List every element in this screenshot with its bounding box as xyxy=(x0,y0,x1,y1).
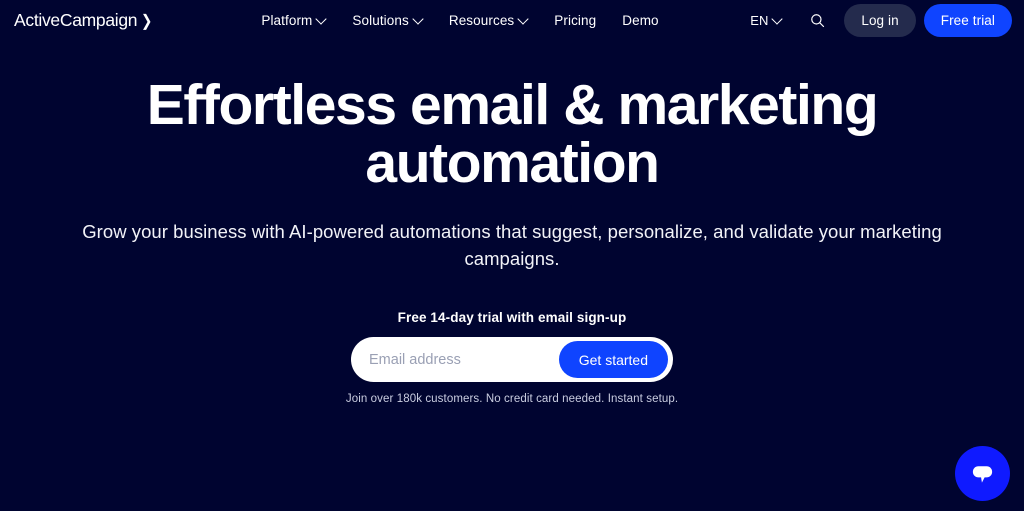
top-navigation-bar: ActiveCampaign ❯ Platform Solutions Reso… xyxy=(0,0,1024,40)
nav-item-resources[interactable]: Resources xyxy=(449,13,528,28)
search-button[interactable] xyxy=(804,7,830,33)
nav-item-solutions[interactable]: Solutions xyxy=(352,13,422,28)
chevron-down-icon xyxy=(519,15,528,24)
signup-fineprint: Join over 180k customers. No credit card… xyxy=(345,393,679,405)
hero-section: Effortless email & marketing automation … xyxy=(0,40,1024,405)
free-trial-button[interactable]: Free trial xyxy=(923,3,1012,37)
brand-name: ActiveCampaign xyxy=(14,9,138,30)
nav-item-label: Platform xyxy=(261,12,313,28)
page-title: Effortless email & marketing automation xyxy=(146,73,879,195)
hero-subheadline: Grow your business with AI-powered autom… xyxy=(82,221,942,269)
signup-section: Free 14-day trial with email sign-up Get… xyxy=(0,310,1024,405)
trial-offer-label: Free 14-day trial with email sign-up xyxy=(397,310,627,325)
chat-widget-button[interactable] xyxy=(955,446,1010,501)
email-input[interactable] xyxy=(351,341,559,378)
chevron-down-icon xyxy=(414,15,423,24)
signup-form: Get started xyxy=(351,337,673,382)
search-icon xyxy=(811,13,824,27)
language-selector[interactable]: EN xyxy=(750,13,782,28)
chevron-down-icon xyxy=(773,15,782,24)
chevron-down-icon xyxy=(317,15,326,24)
brand-logo[interactable]: ActiveCampaign ❯ xyxy=(14,10,153,31)
primary-nav: Platform Solutions Resources Pricing Dem… xyxy=(261,13,658,28)
get-started-button[interactable]: Get started xyxy=(558,341,668,378)
nav-item-demo[interactable]: Demo xyxy=(622,13,658,28)
nav-item-label: Pricing xyxy=(554,12,597,28)
language-label: EN xyxy=(750,12,769,28)
login-button[interactable]: Log in xyxy=(844,3,916,37)
nav-item-pricing[interactable]: Pricing xyxy=(554,13,596,28)
chat-bubble-icon xyxy=(972,465,993,483)
nav-actions: EN Log in Free trial xyxy=(750,3,1012,37)
nav-item-platform[interactable]: Platform xyxy=(261,13,326,28)
chevron-right-icon: ❯ xyxy=(141,12,153,30)
nav-item-label: Demo xyxy=(622,12,659,28)
nav-item-label: Solutions xyxy=(352,12,409,28)
nav-item-label: Resources xyxy=(448,12,515,28)
